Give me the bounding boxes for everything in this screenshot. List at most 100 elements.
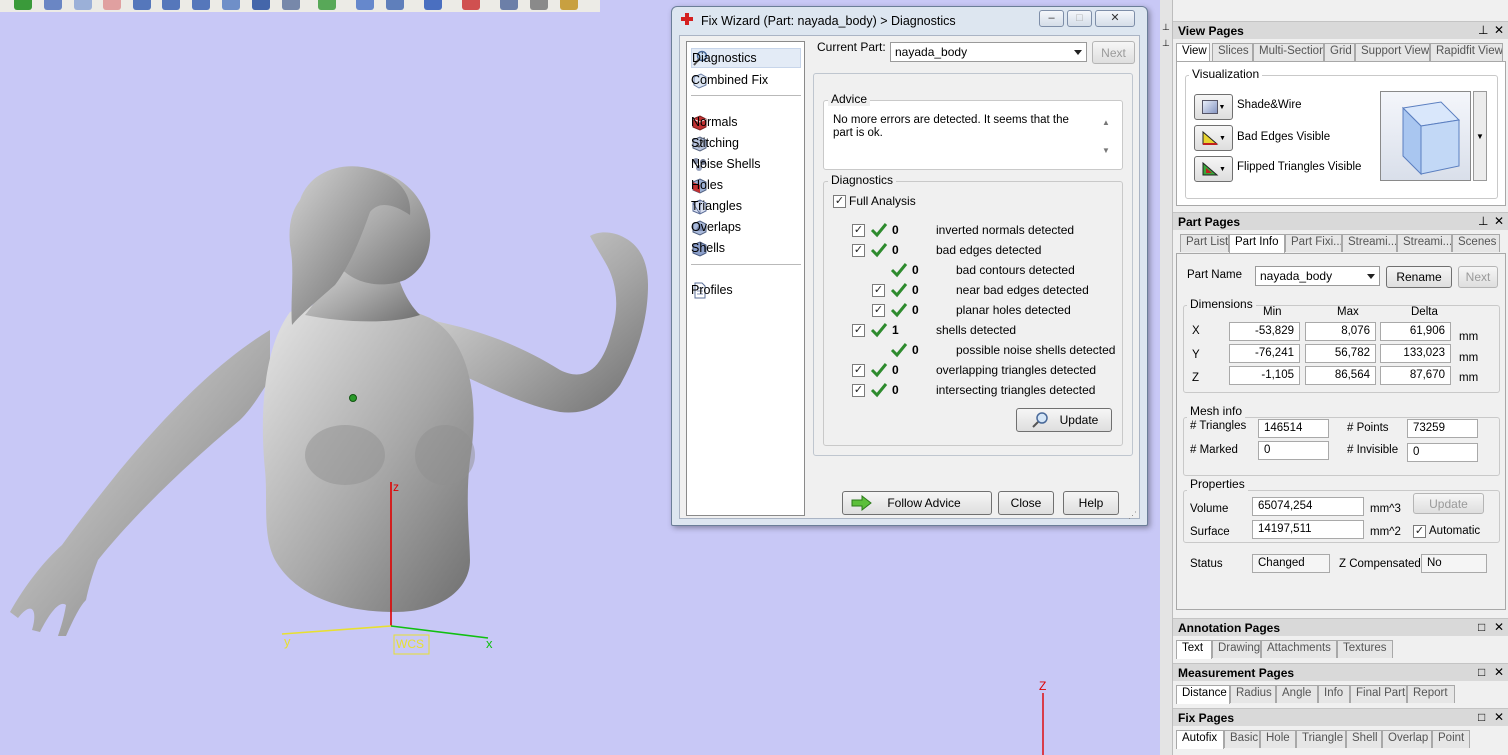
maximize-button[interactable]: □	[1067, 10, 1092, 27]
row-checkbox[interactable]: ✓	[852, 364, 865, 377]
pin-icon[interactable]: ⊥	[1162, 22, 1170, 33]
tab-overlap[interactable]: Overlap	[1382, 730, 1432, 748]
tab-part-list[interactable]: Part List	[1180, 234, 1229, 252]
nav-item-shells[interactable]: Shells	[691, 238, 801, 258]
nav-item-triangles[interactable]: Triangles	[691, 196, 801, 216]
restore-icon[interactable]: □	[1478, 665, 1485, 679]
tab-basic[interactable]: Basic	[1224, 730, 1260, 748]
part-icon[interactable]	[424, 0, 442, 10]
tab-text[interactable]: Text	[1176, 640, 1212, 659]
nav-item-stitching[interactable]: Stitching	[691, 133, 801, 153]
restore-icon[interactable]: □	[1478, 620, 1485, 634]
tab-rapidfit-view[interactable]: Rapidfit View	[1430, 43, 1503, 61]
tab-autofix[interactable]: Autofix	[1176, 730, 1224, 749]
eraser-icon[interactable]	[103, 0, 121, 10]
tab-report[interactable]: Report	[1407, 685, 1455, 703]
row-checkbox[interactable]: ✓	[872, 304, 885, 317]
nav-item-diagnostics[interactable]: Diagnostics	[691, 48, 801, 68]
update-button[interactable]: Update	[1016, 408, 1112, 432]
surface-field[interactable]: 14197,511	[1252, 520, 1364, 539]
pin-icon[interactable]: ⊥	[1478, 23, 1488, 37]
y-max-field[interactable]: 56,782	[1305, 344, 1376, 363]
bad-edges-button[interactable]: ▼	[1194, 125, 1233, 151]
z-max-field[interactable]: 86,564	[1305, 366, 1376, 385]
rename-button[interactable]: Rename	[1386, 266, 1452, 288]
tab-angle[interactable]: Angle	[1276, 685, 1318, 703]
full-analysis-checkbox[interactable]: ✓	[833, 195, 846, 208]
save-icon[interactable]	[252, 0, 270, 10]
nav-item-profiles[interactable]: Profiles	[691, 280, 801, 300]
x-min-field[interactable]: -53,829	[1229, 322, 1300, 341]
measure-icon[interactable]	[74, 0, 92, 10]
move-icon[interactable]	[386, 0, 404, 10]
dialog-title-bar[interactable]: Fix Wizard (Part: nayada_body) > Diagnos…	[672, 7, 1147, 35]
gear-icon[interactable]	[500, 0, 518, 10]
x-max-field[interactable]: 8,076	[1305, 322, 1376, 341]
flipped-triangles-button[interactable]: ▼	[1194, 156, 1233, 182]
search-icon[interactable]	[44, 0, 62, 10]
marked-field[interactable]: 0	[1258, 441, 1329, 460]
advice-scrollbar[interactable]: ▲ ▼	[1100, 116, 1112, 156]
tab-radius[interactable]: Radius	[1230, 685, 1276, 703]
view-cube-preview[interactable]	[1380, 91, 1471, 181]
view-icon[interactable]	[282, 0, 300, 10]
shade-wire-button[interactable]: ▼	[1194, 94, 1233, 120]
wizard-icon[interactable]	[462, 0, 480, 10]
tab-attachments[interactable]: Attachments	[1261, 640, 1337, 658]
part-name-select[interactable]: nayada_body	[1255, 266, 1380, 286]
tab-streaming-2[interactable]: Streami...	[1397, 234, 1452, 252]
tab-part-info[interactable]: Part Info	[1229, 234, 1285, 253]
close-icon[interactable]: ✕	[1494, 665, 1504, 679]
restore-icon[interactable]: □	[1478, 710, 1485, 724]
tab-distance[interactable]: Distance	[1176, 685, 1230, 704]
next-button[interactable]: Next	[1092, 41, 1135, 64]
close-icon[interactable]: ✕	[1494, 214, 1504, 228]
row-checkbox[interactable]: ✓	[852, 384, 865, 397]
row-checkbox[interactable]: ✓	[872, 284, 885, 297]
row-checkbox[interactable]: ✓	[852, 224, 865, 237]
cut-icon[interactable]	[356, 0, 374, 10]
export-icon[interactable]	[560, 0, 578, 10]
triangles-field[interactable]: 146514	[1258, 419, 1329, 438]
tab-view[interactable]: View	[1176, 43, 1210, 62]
dock-handle[interactable]: ⊥ ⊥	[1160, 0, 1173, 755]
tab-textures[interactable]: Textures	[1337, 640, 1393, 658]
tab-drawing[interactable]: Drawing	[1212, 640, 1261, 658]
arrow-icon[interactable]	[222, 0, 240, 10]
tab-grid[interactable]: Grid	[1324, 43, 1355, 61]
close-icon[interactable]: ✕	[1494, 620, 1504, 634]
tab-slices[interactable]: Slices	[1212, 43, 1253, 61]
z-delta-field[interactable]: 87,670	[1380, 366, 1451, 385]
x-delta-field[interactable]: 61,906	[1380, 322, 1451, 341]
pin-icon[interactable]: ⊥	[1162, 38, 1170, 49]
tab-streaming-1[interactable]: Streami...	[1342, 234, 1397, 252]
tab-multi-section[interactable]: Multi-Section	[1253, 43, 1324, 61]
nav-item-holes[interactable]: Holes	[691, 175, 801, 195]
cube-icon[interactable]	[133, 0, 151, 10]
nav-item-noise-shells[interactable]: Noise Shells	[691, 154, 801, 174]
z-min-field[interactable]: -1,105	[1229, 366, 1300, 385]
points-field[interactable]: 73259	[1407, 419, 1478, 438]
pin-icon[interactable]: ⊥	[1478, 214, 1488, 228]
minimize-button[interactable]: –	[1039, 10, 1064, 27]
cube-icon[interactable]	[162, 0, 180, 10]
volume-field[interactable]: 65074,254	[1252, 497, 1364, 516]
tools-icon[interactable]	[530, 0, 548, 10]
nav-item-normals[interactable]: Normals	[691, 112, 801, 132]
close-window-button[interactable]: ✕	[1095, 10, 1135, 27]
tab-support-view[interactable]: Support View	[1355, 43, 1430, 61]
nav-item-overlaps[interactable]: Overlaps	[691, 217, 801, 237]
row-checkbox[interactable]: ✓	[852, 324, 865, 337]
nav-item-combined-fix[interactable]: Combined Fix	[691, 70, 801, 90]
tab-info[interactable]: Info	[1318, 685, 1350, 703]
row-checkbox[interactable]: ✓	[852, 244, 865, 257]
close-icon[interactable]: ✕	[1494, 710, 1504, 724]
tab-triangle[interactable]: Triangle	[1296, 730, 1346, 748]
tab-hole[interactable]: Hole	[1260, 730, 1296, 748]
y-min-field[interactable]: -76,241	[1229, 344, 1300, 363]
tab-part-fixing[interactable]: Part Fixi...	[1285, 234, 1342, 252]
tab-shell[interactable]: Shell	[1346, 730, 1382, 748]
tab-final-part[interactable]: Final Part	[1350, 685, 1407, 703]
view-dropdown-button[interactable]: ▼	[1473, 91, 1487, 181]
follow-advice-button[interactable]: Follow Advice	[842, 491, 992, 515]
